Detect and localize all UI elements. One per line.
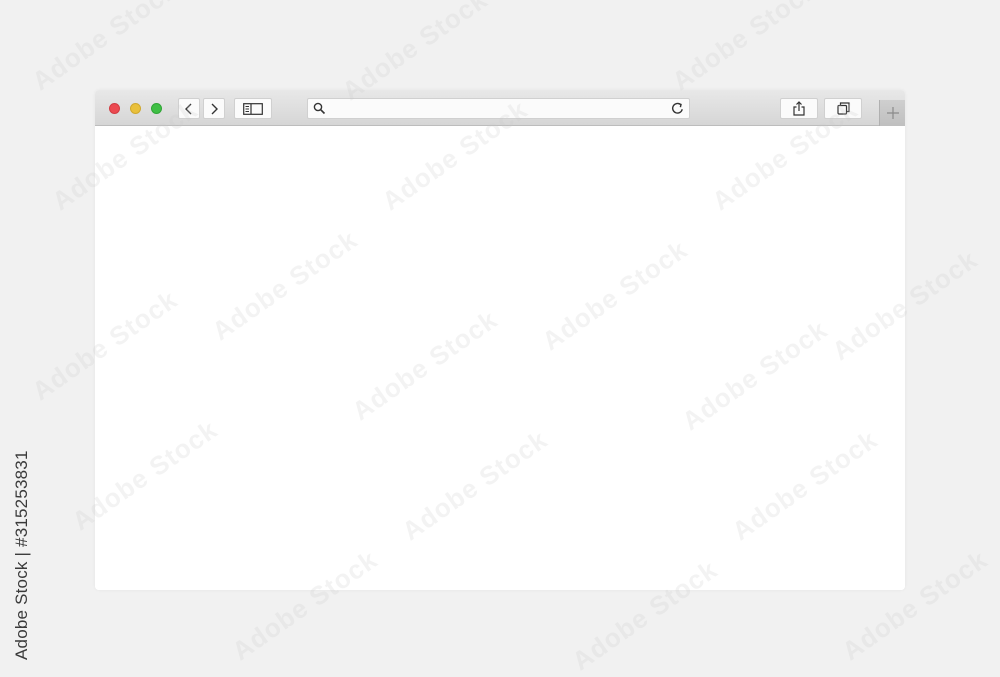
page-content-area (95, 126, 905, 590)
window-close-button[interactable] (109, 103, 120, 114)
window-minimize-button[interactable] (130, 103, 141, 114)
reload-icon[interactable] (670, 101, 685, 116)
address-input[interactable] (332, 99, 662, 118)
window-maximize-button[interactable] (151, 103, 162, 114)
tabs-overview-icon (836, 102, 850, 115)
share-button[interactable] (780, 98, 818, 119)
watermark-text: Adobe Stock (26, 0, 183, 97)
search-icon (313, 102, 326, 115)
new-tab-button[interactable] (879, 100, 905, 126)
sidebar-toggle-button[interactable] (234, 98, 272, 119)
back-button[interactable] (178, 98, 200, 119)
forward-button[interactable] (203, 98, 225, 119)
share-icon (793, 101, 805, 116)
chevron-right-icon (211, 103, 218, 114)
plus-icon (886, 107, 899, 119)
address-bar[interactable] (307, 98, 690, 119)
watermark-text: Adobe Stock (666, 0, 823, 97)
browser-window (95, 90, 905, 590)
tabs-overview-button[interactable] (824, 98, 862, 119)
browser-toolbar (95, 90, 905, 126)
sidebar-icon (243, 102, 263, 115)
stock-id-caption: Adobe Stock | #315253831 (12, 450, 31, 660)
chevron-left-icon (185, 103, 192, 114)
